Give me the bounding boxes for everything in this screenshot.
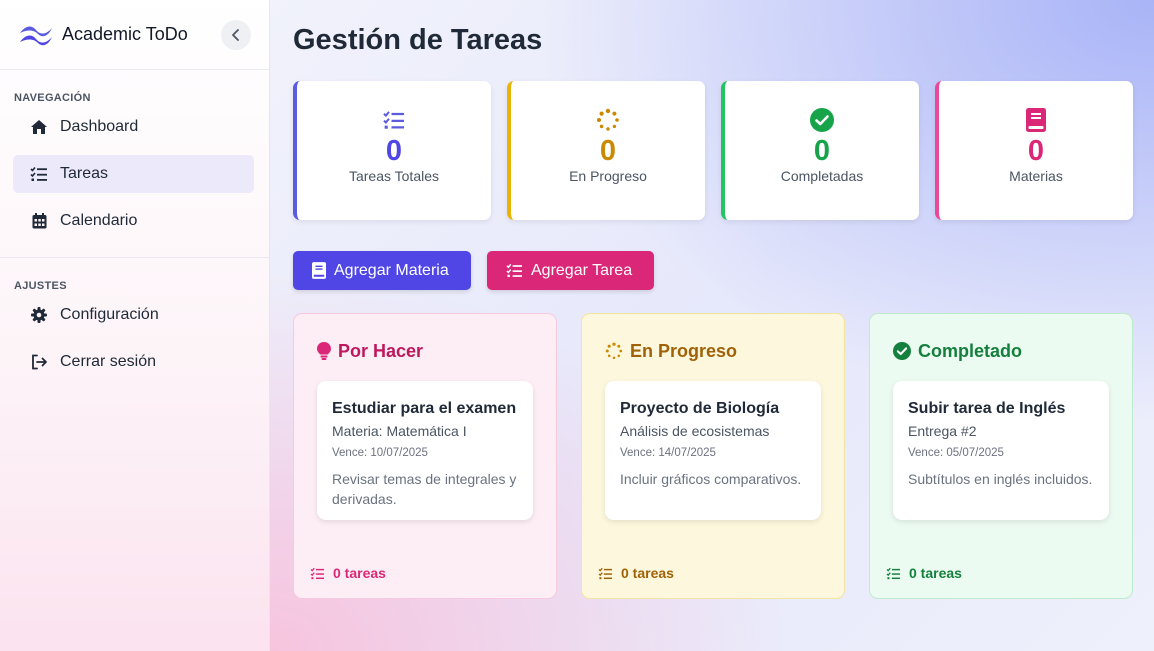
task-subtitle: Entrega #2 [908, 423, 977, 439]
lightbulb-icon [317, 342, 331, 360]
column-count-label: 0 tareas [333, 565, 386, 581]
nav-section: NAVEGACIÓN Dashboard Tareas Calendario [0, 70, 269, 240]
sidebar-item-tareas[interactable]: Tareas [13, 155, 254, 193]
sidebar-item-configuracion[interactable]: Configuración [13, 296, 254, 334]
settings-section: AJUSTES Configuración Cerrar sesión [0, 257, 269, 381]
stat-label: Tareas Totales [348, 168, 439, 184]
app: Academic ToDo NAVEGACIÓN Dashboard Tarea… [0, 0, 1154, 651]
kanban-board: Por Hacer Estudiar para el examen Materi… [293, 313, 1133, 599]
collapse-sidebar-button[interactable] [221, 19, 251, 50]
task-description: Subtítulos en inglés incluidos. [908, 471, 1093, 487]
column-completado: Completado Subir tarea de Inglés Entrega… [869, 313, 1133, 599]
add-subject-label: Agregar Materia [334, 261, 449, 279]
add-task-button[interactable]: Agregar Tarea [487, 251, 654, 290]
column-count: 0 tareas [886, 565, 962, 581]
stat-label: Materias [1009, 168, 1063, 184]
book-icon [312, 262, 326, 279]
brand-header: Academic ToDo [0, 0, 269, 70]
column-count: 0 tareas [598, 565, 674, 581]
task-title: Subir tarea de Inglés [908, 400, 1066, 417]
task-due-date: Vence: 10/07/2025 [332, 447, 428, 459]
column-header: Completado [893, 340, 1109, 362]
sidebar-item-dashboard[interactable]: Dashboard [13, 108, 254, 146]
check-circle-icon [893, 342, 911, 360]
task-card[interactable]: Subir tarea de Inglés Entrega #2 Vence: … [893, 381, 1109, 520]
column-count: 0 tareas [310, 565, 386, 581]
sidebar-item-label: Cerrar sesión [60, 353, 157, 370]
gear-icon [30, 306, 48, 324]
task-subtitle: Análisis de ecosistemas [620, 423, 770, 439]
tasks-icon [506, 263, 523, 278]
app-title: Academic ToDo [62, 24, 188, 44]
task-card[interactable]: Estudiar para el examen Materia: Matemát… [317, 381, 533, 520]
stat-label: En Progreso [569, 168, 647, 184]
tasks-icon [382, 107, 406, 133]
stat-card-total: 0 Tareas Totales [293, 81, 491, 220]
column-header: Por Hacer [317, 340, 533, 362]
stat-value: 0 [599, 135, 617, 167]
chevron-left-icon [232, 28, 239, 41]
actions-row: Agregar Materia Agregar Tarea [293, 251, 1133, 290]
stat-label: Completadas [780, 168, 864, 184]
sidebar-item-label: Dashboard [60, 118, 139, 135]
stat-value: 0 [1027, 135, 1045, 167]
sidebar-item-calendario[interactable]: Calendario [13, 202, 254, 240]
stats-row: 0 Tareas Totales 0 En Progreso 0 Complet… [293, 81, 1133, 220]
stat-value: 0 [813, 135, 831, 167]
task-description: Revisar temas de integrales y derivadas. [332, 471, 517, 507]
book-icon [1026, 107, 1046, 133]
stat-card-progress: 0 En Progreso [507, 81, 705, 220]
task-title: Proyecto de Biología [620, 400, 780, 417]
task-due-date: Vence: 05/07/2025 [908, 447, 1004, 459]
tasks-icon [598, 567, 613, 580]
column-count-label: 0 tareas [909, 565, 962, 581]
page-title: Gestión de Tareas [293, 24, 543, 56]
column-title: Completado [918, 340, 1023, 361]
sidebar: Academic ToDo NAVEGACIÓN Dashboard Tarea… [0, 0, 270, 651]
column-en-progreso: En Progreso Proyecto de Biología Análisi… [581, 313, 845, 599]
spinner-icon [605, 342, 623, 360]
logout-icon [30, 353, 48, 371]
column-por-hacer: Por Hacer Estudiar para el examen Materi… [293, 313, 557, 599]
column-count-label: 0 tareas [621, 565, 674, 581]
add-subject-button[interactable]: Agregar Materia [293, 251, 471, 290]
stat-card-subjects: 0 Materias [935, 81, 1133, 220]
task-subtitle: Materia: Matemática I [332, 423, 467, 439]
task-description: Incluir gráficos comparativos. [620, 471, 802, 487]
task-due-date: Vence: 14/07/2025 [620, 447, 716, 459]
column-header: En Progreso [605, 340, 821, 362]
spinner-icon [596, 107, 620, 133]
logo-icon [18, 23, 54, 47]
check-circle-icon [810, 107, 834, 133]
sidebar-item-label: Configuración [60, 306, 159, 323]
column-title: Por Hacer [338, 340, 424, 361]
tasks-icon [310, 567, 325, 580]
nav-section-label: NAVEGACIÓN [14, 92, 91, 104]
home-icon [30, 118, 48, 136]
stat-value: 0 [385, 135, 403, 167]
stat-card-completed: 0 Completadas [721, 81, 919, 220]
settings-section-label: AJUSTES [14, 280, 67, 292]
main-content: Gestión de Tareas 0 Tareas Totales 0 En … [270, 0, 1154, 651]
tasks-icon [886, 567, 901, 580]
column-title: En Progreso [630, 340, 738, 361]
sidebar-item-label: Tareas [60, 165, 109, 182]
add-task-label: Agregar Tarea [531, 261, 633, 279]
sidebar-item-cerrar-sesion[interactable]: Cerrar sesión [13, 343, 254, 381]
task-title: Estudiar para el examen [332, 400, 517, 417]
tasks-icon [30, 165, 48, 183]
task-card[interactable]: Proyecto de Biología Análisis de ecosist… [605, 381, 821, 520]
sidebar-item-label: Calendario [60, 212, 138, 229]
calendar-icon [30, 212, 48, 230]
